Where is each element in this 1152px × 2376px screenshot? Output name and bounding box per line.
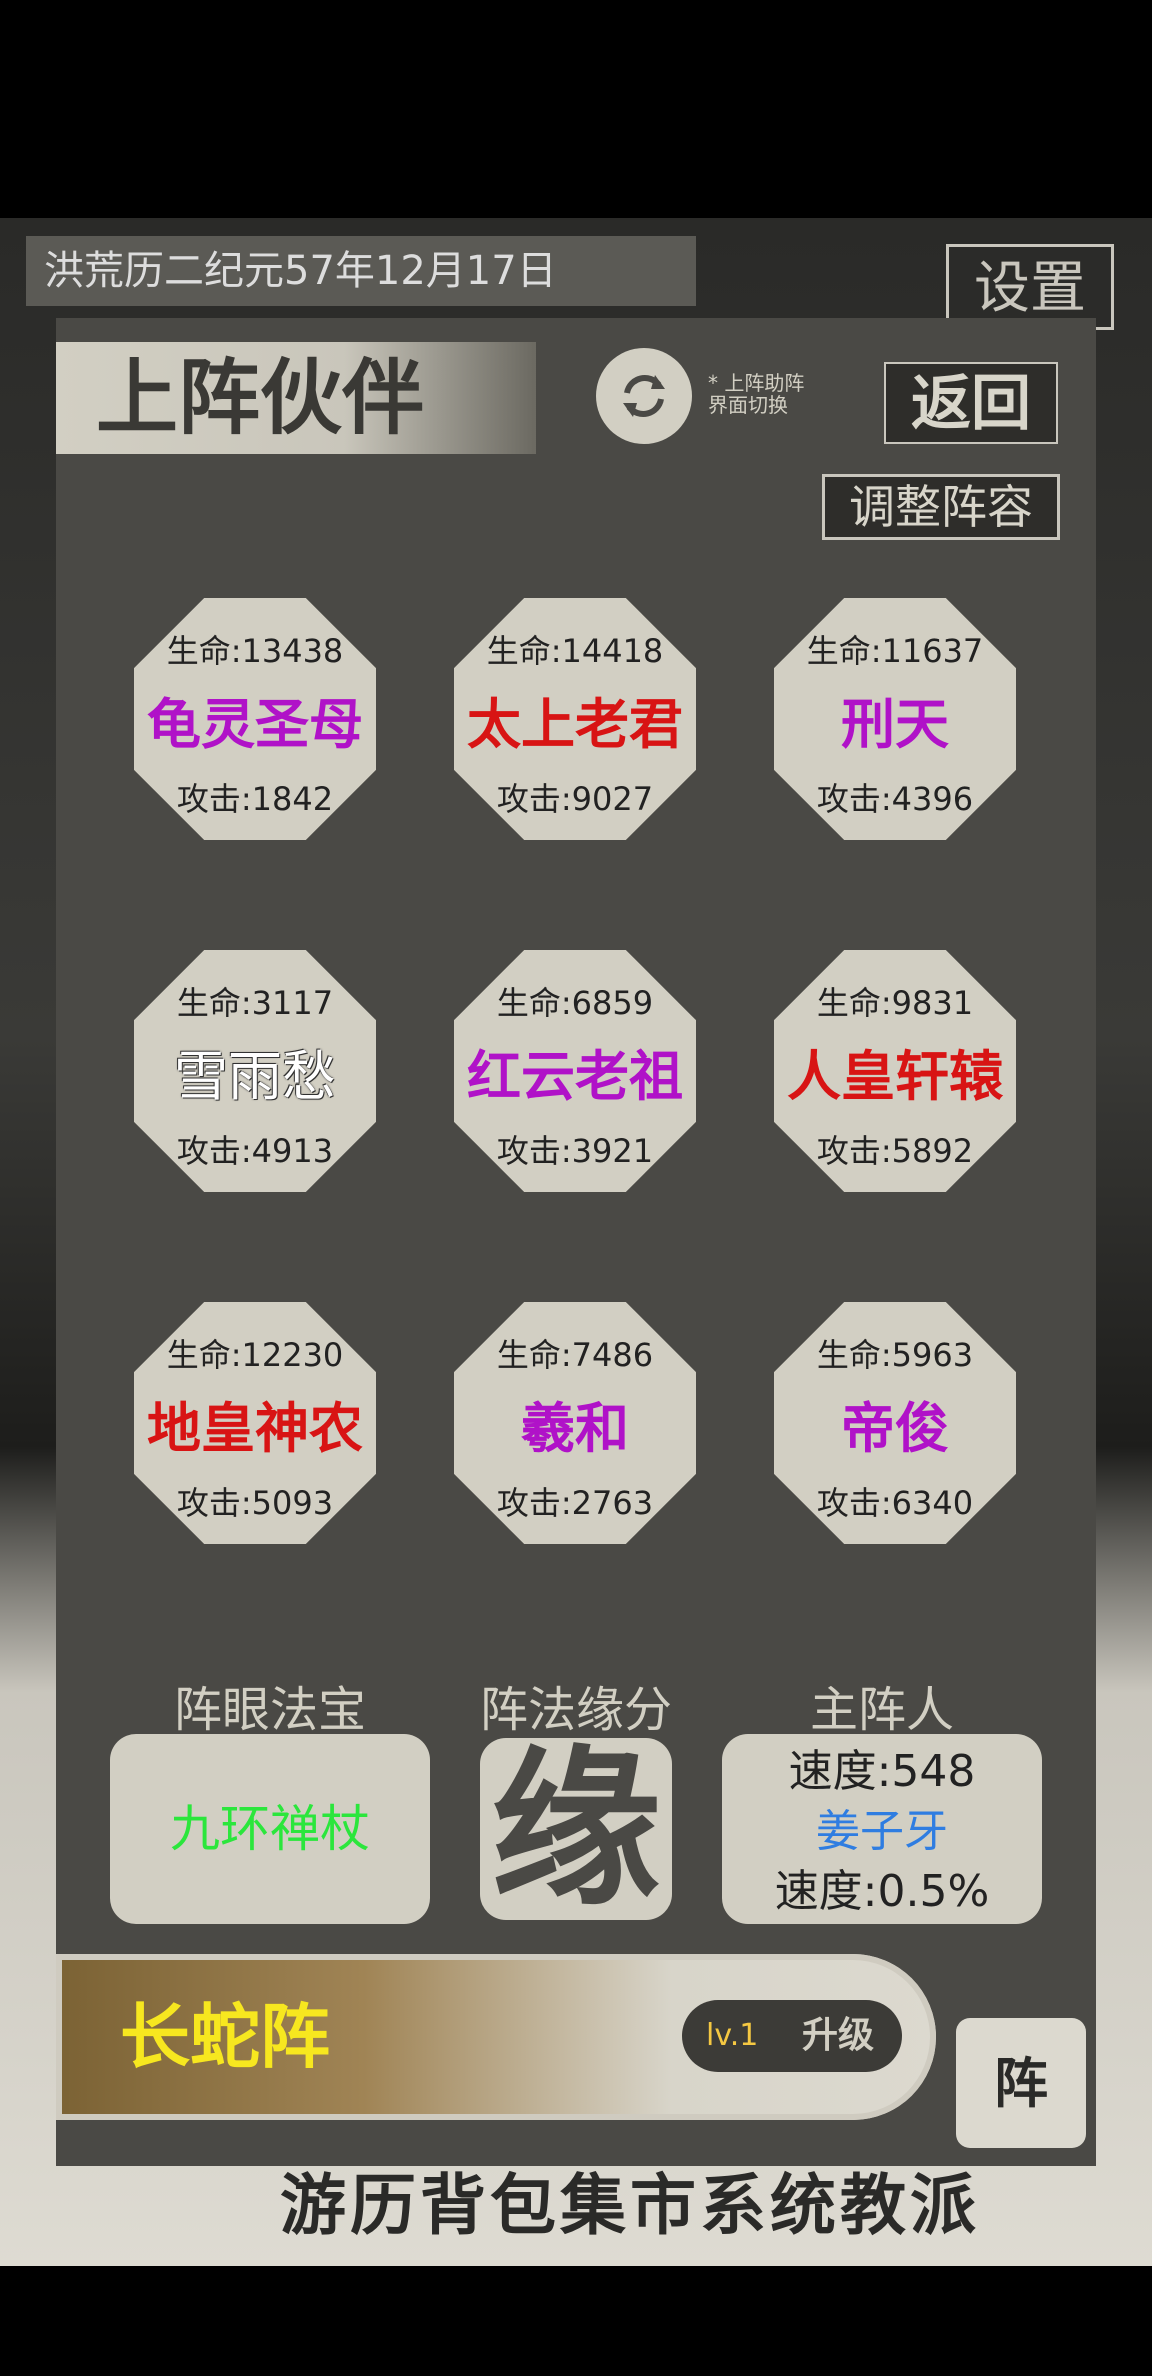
partner-hp: 生命:5963 xyxy=(816,1336,974,1374)
partner-hp: 生命:9831 xyxy=(816,984,974,1022)
leader-speed: 速度:548 xyxy=(788,1746,976,1797)
leader-name: 姜子牙 xyxy=(816,1806,948,1857)
partner-attack: 攻击:9027 xyxy=(496,780,654,818)
switch-view-button[interactable] xyxy=(596,348,692,444)
partner-name: 红云老祖 xyxy=(467,1045,683,1108)
partner-attack: 攻击:4913 xyxy=(176,1132,334,1170)
partner-hp: 生命:3117 xyxy=(176,984,334,1022)
partner-attack: 攻击:5093 xyxy=(176,1484,334,1522)
formation-name: 长蛇阵 xyxy=(120,1996,330,2078)
partner-card[interactable]: 生命:13438 龟灵圣母 攻击:1842 xyxy=(134,598,376,840)
partner-attack: 攻击:5892 xyxy=(816,1132,974,1170)
partner-hp: 生命:11637 xyxy=(806,632,984,670)
fate-button[interactable]: 缘 xyxy=(480,1738,672,1920)
partner-name: 人皇轩辕 xyxy=(787,1045,1003,1108)
upgrade-control[interactable]: lv.1 升级 xyxy=(682,2000,902,2072)
partner-hp: 生命:12230 xyxy=(166,1336,344,1374)
partner-name: 太上老君 xyxy=(467,693,683,756)
partner-card[interactable]: 生命:12230 地皇神农 攻击:5093 xyxy=(134,1302,376,1544)
partner-name: 羲和 xyxy=(521,1397,629,1460)
partner-hp: 生命:7486 xyxy=(496,1336,654,1374)
partner-card[interactable]: 生命:7486 羲和 攻击:2763 xyxy=(454,1302,696,1544)
partner-card[interactable]: 生命:6859 红云老祖 攻击:3921 xyxy=(454,950,696,1192)
partner-name: 刑天 xyxy=(841,693,949,756)
partner-attack: 攻击:3921 xyxy=(496,1132,654,1170)
partner-card[interactable]: 生命:9831 人皇轩辕 攻击:5892 xyxy=(774,950,1016,1192)
adjust-lineup-button[interactable]: 调整阵容 xyxy=(822,474,1060,540)
formation-button[interactable]: 阵 xyxy=(956,2018,1086,2148)
formation-level: lv.1 xyxy=(706,2018,759,2053)
treasure-section-label: 阵眼法宝 xyxy=(173,1682,366,1738)
calendar-date: 洪荒历二纪元57年12月17日 xyxy=(26,236,696,306)
leader-bonus: 速度:0.5% xyxy=(774,1866,990,1917)
bottom-navigation[interactable]: 游历背包集市系统教派 xyxy=(280,2162,1140,2248)
upgrade-button[interactable]: 升级 xyxy=(802,2000,874,2072)
lineup-panel: 上阵伙伴 * 上阵助阵 界面切换 返回 调整阵容 生命:13438 龟灵圣母 攻… xyxy=(56,318,1096,2166)
partner-hp: 生命:13438 xyxy=(166,632,344,670)
partner-hp: 生命:14418 xyxy=(486,632,664,670)
back-button[interactable]: 返回 xyxy=(884,362,1058,444)
leader-slot[interactable]: 速度:548 姜子牙 速度:0.5% xyxy=(722,1734,1042,1924)
partner-attack: 攻击:4396 xyxy=(816,780,974,818)
formation-bar: 长蛇阵 lv.1 升级 xyxy=(56,1954,936,2120)
treasure-slot[interactable]: 九环禅杖 xyxy=(110,1734,430,1924)
partner-name: 地皇神农 xyxy=(147,1397,363,1460)
partner-card[interactable]: 生命:14418 太上老君 攻击:9027 xyxy=(454,598,696,840)
partner-card[interactable]: 生命:5963 帝俊 攻击:6340 xyxy=(774,1302,1016,1544)
partner-card[interactable]: 生命:3117 雪雨愁 攻击:4913 xyxy=(134,950,376,1192)
partner-attack: 攻击:2763 xyxy=(496,1484,654,1522)
partner-card[interactable]: 生命:11637 刑天 攻击:4396 xyxy=(774,598,1016,840)
refresh-icon xyxy=(623,375,665,417)
partner-attack: 攻击:6340 xyxy=(816,1484,974,1522)
partner-name: 帝俊 xyxy=(841,1397,949,1460)
partner-name: 龟灵圣母 xyxy=(147,693,363,756)
panel-title: 上阵伙伴 xyxy=(56,342,536,454)
partner-name: 雪雨愁 xyxy=(174,1045,336,1108)
partner-hp: 生命:6859 xyxy=(496,984,654,1022)
partner-attack: 攻击:1842 xyxy=(176,780,334,818)
leader-section-label: 主阵人 xyxy=(809,1682,954,1738)
switch-view-label: * 上阵助阵 界面切换 xyxy=(708,371,805,417)
